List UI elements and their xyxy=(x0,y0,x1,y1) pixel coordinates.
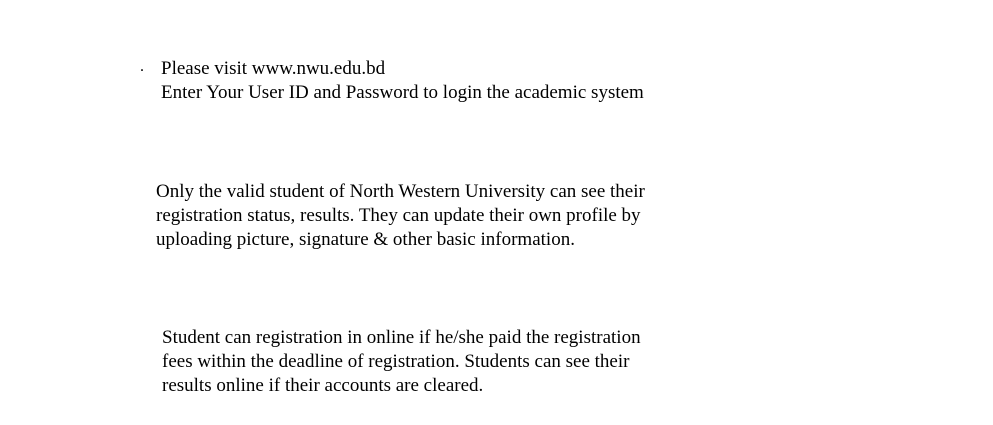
visit-website-text: Please visit www.nwu.edu.bd xyxy=(161,58,386,79)
paragraph-line: uploading picture, signature & other bas… xyxy=(156,229,575,250)
paragraph-line: Student can registration in online if he… xyxy=(162,327,641,348)
login-instruction-text: Enter Your User ID and Password to login… xyxy=(161,82,644,103)
student-access-paragraph: Only the valid student of North Western … xyxy=(156,180,645,252)
paragraph-line: Only the valid student of North Western … xyxy=(156,181,645,202)
bullet-marker: . xyxy=(140,58,144,75)
paragraph-line: fees within the deadline of registration… xyxy=(162,351,630,372)
academic-login-info-page: . Please visit www.nwu.edu.bd Enter Your… xyxy=(0,0,993,425)
paragraph-line: registration status, results. They can u… xyxy=(156,205,641,226)
online-registration-paragraph: Student can registration in online if he… xyxy=(162,326,641,398)
paragraph-line: results online if their accounts are cle… xyxy=(162,375,484,396)
